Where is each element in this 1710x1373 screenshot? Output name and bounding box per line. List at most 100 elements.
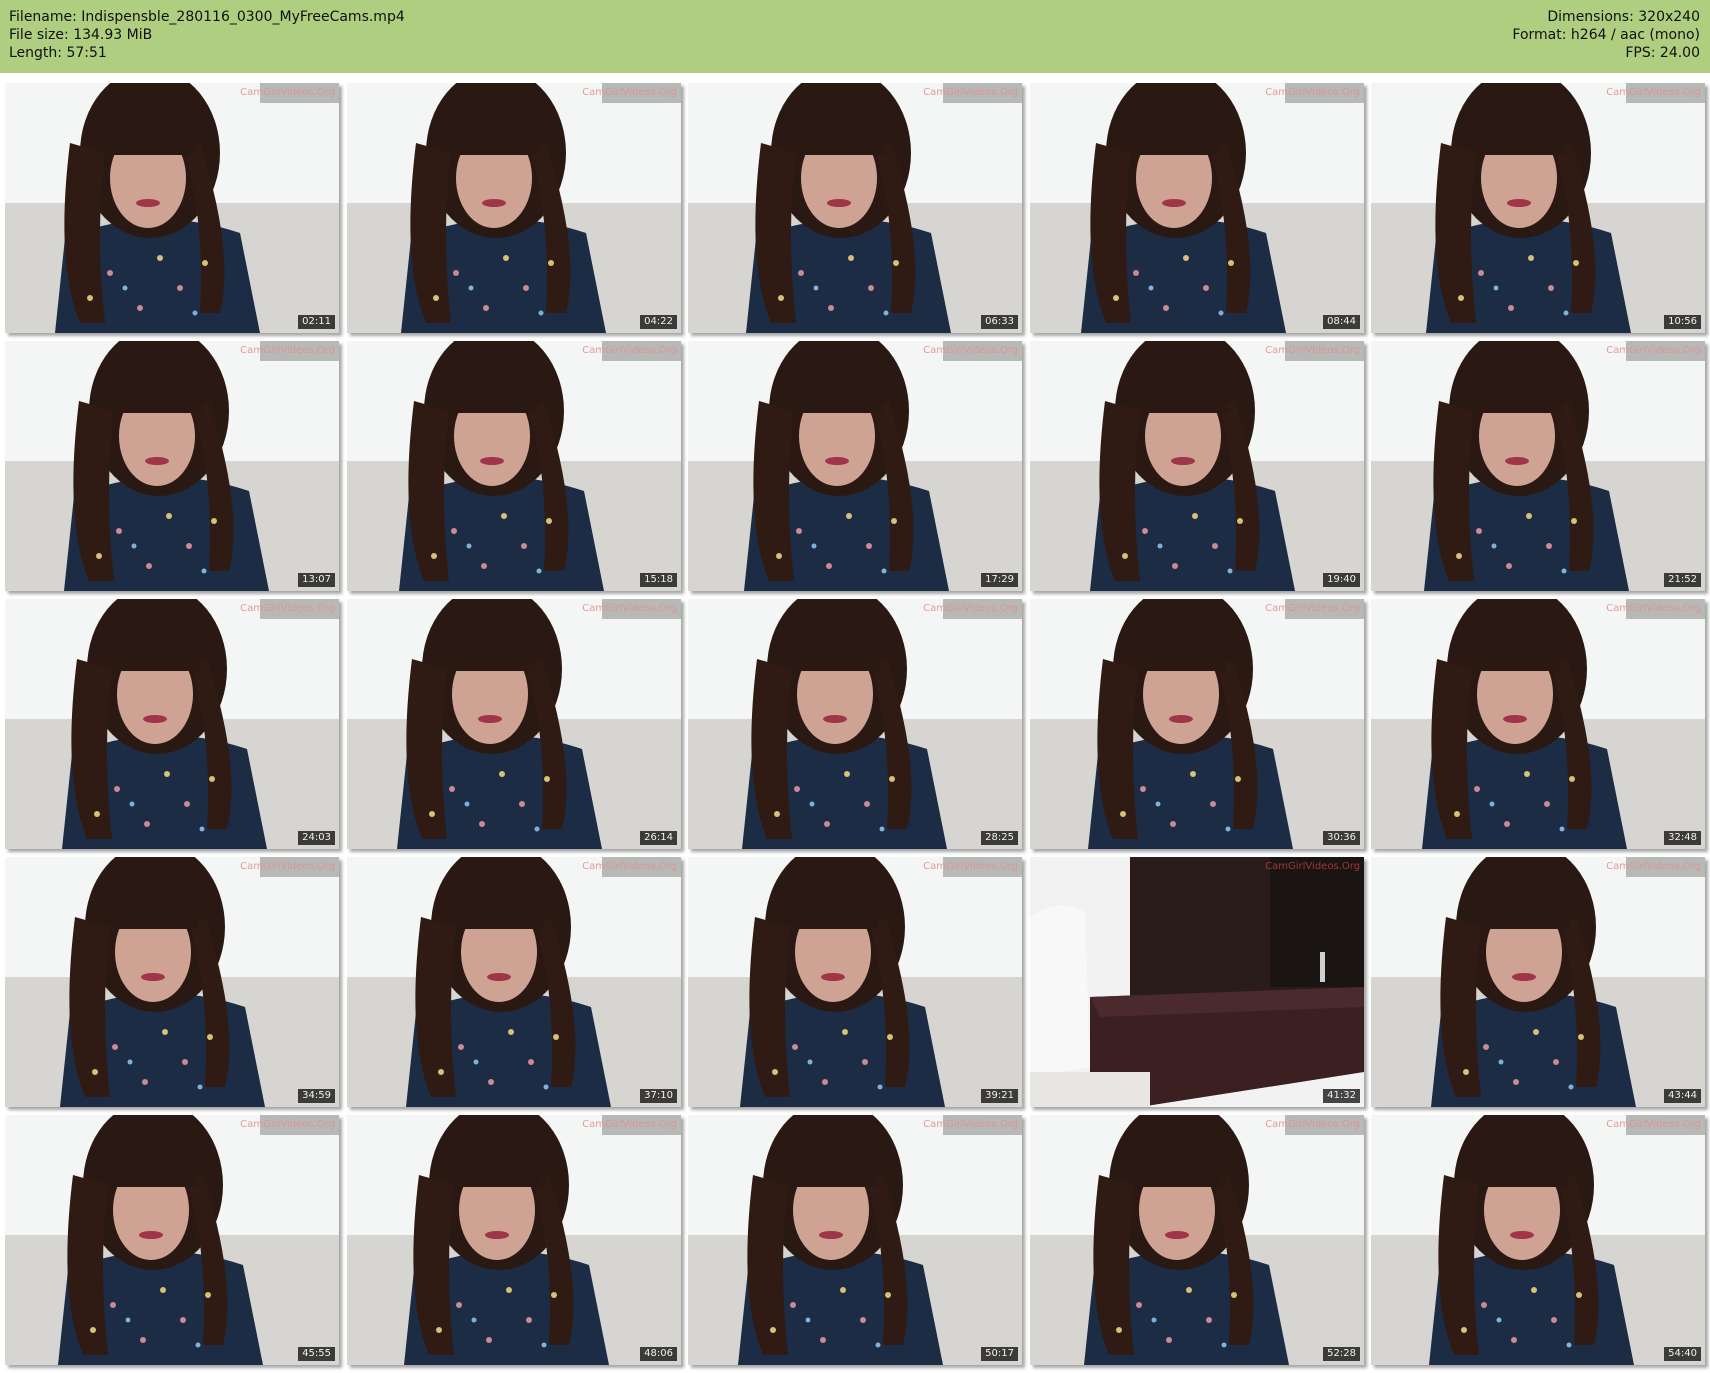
video-thumbnail: CamGirlVideos.Org 52:28 <box>1030 1115 1364 1365</box>
timestamp-label: 34:59 <box>298 1089 335 1103</box>
timestamp-label: 10:56 <box>1664 315 1701 329</box>
video-thumbnail: CamGirlVideos.Org 10:56 <box>1371 83 1705 333</box>
webcam-frame <box>688 341 1022 591</box>
watermark-logo: CamGirlVideos.Org <box>582 1119 677 1130</box>
video-thumbnail: CamGirlVideos.Org 48:06 <box>347 1115 681 1365</box>
timestamp-label: 06:33 <box>981 315 1018 329</box>
video-thumbnail: CamGirlVideos.Org 39:21 <box>688 857 1022 1107</box>
watermark-logo: CamGirlVideos.Org <box>923 345 1018 356</box>
webcam-frame <box>1030 599 1364 849</box>
webcam-frame <box>688 599 1022 849</box>
webcam-frame <box>1371 83 1705 333</box>
watermark-logo: CamGirlVideos.Org <box>923 87 1018 98</box>
video-thumbnail: CamGirlVideos.Org 26:14 <box>347 599 681 849</box>
timestamp-label: 54:40 <box>1664 1347 1701 1361</box>
webcam-frame <box>5 1115 339 1365</box>
watermark-logo: CamGirlVideos.Org <box>240 603 335 614</box>
webcam-frame <box>1371 857 1705 1107</box>
video-thumbnail: CamGirlVideos.Org 17:29 <box>688 341 1022 591</box>
watermark-logo: CamGirlVideos.Org <box>923 603 1018 614</box>
timestamp-label: 30:36 <box>1323 831 1360 845</box>
watermark-logo: CamGirlVideos.Org <box>1265 87 1360 98</box>
video-thumbnail: CamGirlVideos.Org 30:36 <box>1030 599 1364 849</box>
webcam-frame <box>1371 1115 1705 1365</box>
webcam-frame <box>347 599 681 849</box>
watermark-logo: CamGirlVideos.Org <box>1265 603 1360 614</box>
webcam-frame <box>5 83 339 333</box>
webcam-frame <box>688 83 1022 333</box>
webcam-frame <box>347 857 681 1107</box>
timestamp-label: 32:48 <box>1664 831 1701 845</box>
watermark-logo: CamGirlVideos.Org <box>240 87 335 98</box>
watermark-logo: CamGirlVideos.Org <box>240 861 335 872</box>
webcam-frame <box>1030 83 1364 333</box>
watermark-logo: CamGirlVideos.Org <box>582 603 677 614</box>
watermark-logo: CamGirlVideos.Org <box>1265 1119 1360 1130</box>
video-thumbnail: CamGirlVideos.Org 37:10 <box>347 857 681 1107</box>
video-thumbnail: CamGirlVideos.Org 41:32 <box>1030 857 1364 1107</box>
watermark-logo: CamGirlVideos.Org <box>582 861 677 872</box>
video-thumbnail: CamGirlVideos.Org 32:48 <box>1371 599 1705 849</box>
video-thumbnail: CamGirlVideos.Org 15:18 <box>347 341 681 591</box>
watermark-logo: CamGirlVideos.Org <box>1606 345 1701 356</box>
video-thumbnail: CamGirlVideos.Org 08:44 <box>1030 83 1364 333</box>
webcam-frame <box>5 599 339 849</box>
webcam-frame <box>1371 599 1705 849</box>
timestamp-label: 43:44 <box>1664 1089 1701 1103</box>
timestamp-label: 37:10 <box>640 1089 677 1103</box>
webcam-frame <box>688 857 1022 1107</box>
watermark-logo: CamGirlVideos.Org <box>240 1119 335 1130</box>
fps-text: FPS: 24.00 <box>1625 45 1700 61</box>
video-thumbnail: CamGirlVideos.Org 06:33 <box>688 83 1022 333</box>
webcam-frame <box>5 857 339 1107</box>
video-thumbnail: CamGirlVideos.Org 21:52 <box>1371 341 1705 591</box>
timestamp-label: 15:18 <box>640 573 677 587</box>
webcam-frame <box>347 341 681 591</box>
video-thumbnail: CamGirlVideos.Org 13:07 <box>5 341 339 591</box>
watermark-logo: CamGirlVideos.Org <box>1265 861 1360 872</box>
video-thumbnail: CamGirlVideos.Org 04:22 <box>347 83 681 333</box>
webcam-frame <box>5 341 339 591</box>
webcam-frame <box>347 1115 681 1365</box>
watermark-logo: CamGirlVideos.Org <box>1606 603 1701 614</box>
length-text: Length: 57:51 <box>9 45 107 61</box>
file-info-right: Dimensions: 320x240 Format: h264 / aac (… <box>1512 8 1700 62</box>
timestamp-label: 26:14 <box>640 831 677 845</box>
file-info-left: Filename: Indispensble_280116_0300_MyFre… <box>9 8 405 62</box>
watermark-logo: CamGirlVideos.Org <box>923 861 1018 872</box>
video-thumbnail: CamGirlVideos.Org 24:03 <box>5 599 339 849</box>
watermark-logo: CamGirlVideos.Org <box>1606 87 1701 98</box>
webcam-frame <box>688 1115 1022 1365</box>
timestamp-label: 17:29 <box>981 573 1018 587</box>
filename-text: Filename: Indispensble_280116_0300_MyFre… <box>9 9 405 25</box>
video-thumbnail: CamGirlVideos.Org 45:55 <box>5 1115 339 1365</box>
timestamp-label: 41:32 <box>1323 1089 1360 1103</box>
timestamp-label: 19:40 <box>1323 573 1360 587</box>
watermark-logo: CamGirlVideos.Org <box>923 1119 1018 1130</box>
watermark-logo: CamGirlVideos.Org <box>582 87 677 98</box>
timestamp-label: 39:21 <box>981 1089 1018 1103</box>
info-header: Filename: Indispensble_280116_0300_MyFre… <box>0 0 1710 73</box>
watermark-logo: CamGirlVideos.Org <box>1265 345 1360 356</box>
empty-room-frame <box>1030 857 1364 1107</box>
timestamp-label: 28:25 <box>981 831 1018 845</box>
timestamp-label: 24:03 <box>298 831 335 845</box>
timestamp-label: 04:22 <box>640 315 677 329</box>
video-thumbnail: CamGirlVideos.Org 50:17 <box>688 1115 1022 1365</box>
thumbnail-grid: CamGirlVideos.Org 02:11 CamGirlVideos.Org… <box>0 73 1710 1373</box>
timestamp-label: 02:11 <box>298 315 335 329</box>
format-text: Format: h264 / aac (mono) <box>1512 27 1700 43</box>
video-thumbnail: CamGirlVideos.Org 02:11 <box>5 83 339 333</box>
timestamp-label: 48:06 <box>640 1347 677 1361</box>
watermark-logo: CamGirlVideos.Org <box>1606 861 1701 872</box>
dimensions-text: Dimensions: 320x240 <box>1547 9 1700 25</box>
watermark-logo: CamGirlVideos.Org <box>1606 1119 1701 1130</box>
video-thumbnail: CamGirlVideos.Org 54:40 <box>1371 1115 1705 1365</box>
webcam-frame <box>1030 341 1364 591</box>
webcam-frame <box>1030 1115 1364 1365</box>
timestamp-label: 45:55 <box>298 1347 335 1361</box>
timestamp-label: 50:17 <box>981 1347 1018 1361</box>
webcam-frame <box>1371 341 1705 591</box>
timestamp-label: 13:07 <box>298 573 335 587</box>
video-thumbnail: CamGirlVideos.Org 19:40 <box>1030 341 1364 591</box>
